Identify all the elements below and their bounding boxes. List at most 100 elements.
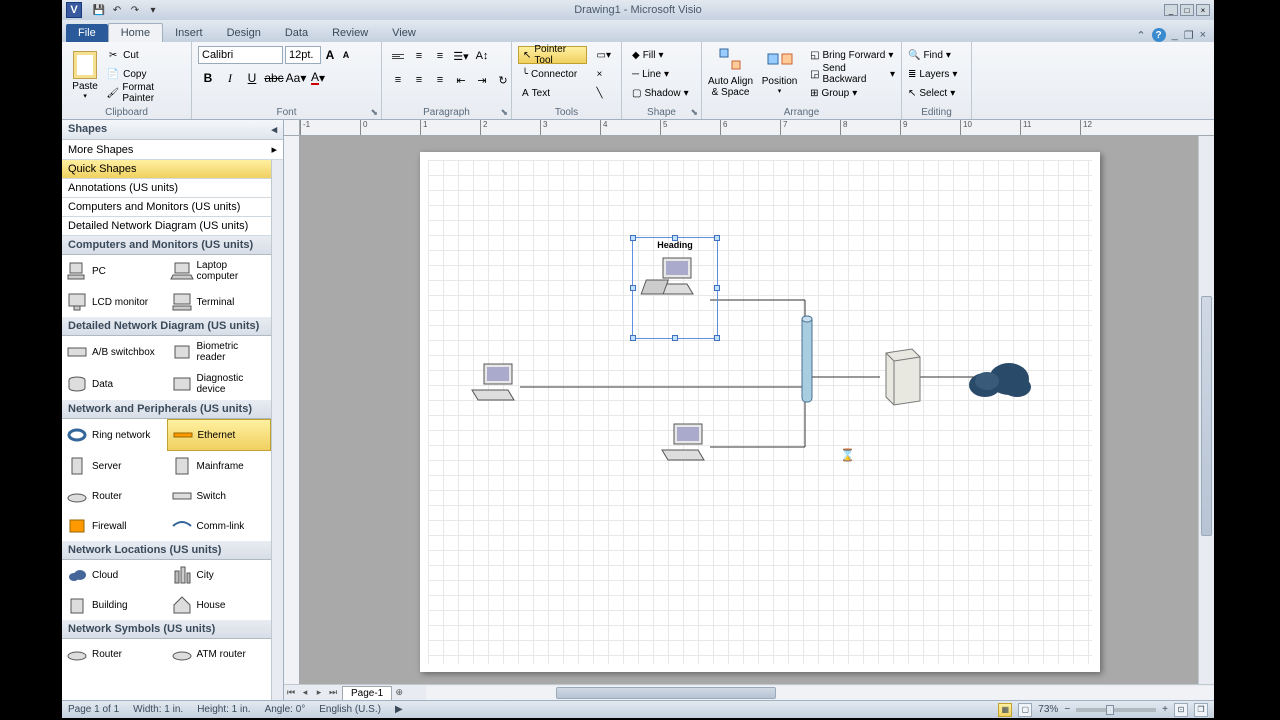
align-right-button[interactable]: ≡ xyxy=(430,70,450,90)
font-launcher-icon[interactable]: ⬊ xyxy=(370,107,378,118)
shape-ab-switchbox[interactable]: A/B switchbox xyxy=(62,336,167,368)
help-icon[interactable]: ? xyxy=(1152,28,1166,42)
shape-house[interactable]: House xyxy=(167,590,272,620)
tab-insert[interactable]: Insert xyxy=(163,24,215,42)
shape-atm-router[interactable]: ATM router xyxy=(167,639,272,669)
nav-next-button[interactable]: ▸ xyxy=(312,686,326,700)
shape-ring-network[interactable]: Ring network xyxy=(62,419,167,451)
align-top-button[interactable] xyxy=(388,46,408,66)
nav-prev-button[interactable]: ◂ xyxy=(298,686,312,700)
close-button[interactable]: × xyxy=(1196,4,1210,16)
cut-button[interactable]: ✂Cut xyxy=(106,46,185,64)
shrink-font-button[interactable]: A xyxy=(339,46,353,64)
find-button[interactable]: 🔍Find ▾ xyxy=(908,46,957,64)
shape-building[interactable]: Building xyxy=(62,590,167,620)
select-button[interactable]: ↖Select ▾ xyxy=(908,84,957,102)
more-shapes-button[interactable]: More Shapes▸ xyxy=(62,140,283,160)
text-direction-button[interactable]: A↕ xyxy=(472,46,492,66)
diagram-pc-3[interactable] xyxy=(660,422,710,462)
tab-data[interactable]: Data xyxy=(273,24,320,42)
redo-icon[interactable]: ↷ xyxy=(127,2,143,18)
rectangle-tool-button[interactable]: ▭▾ xyxy=(593,46,615,64)
shape-cloud[interactable]: Cloud xyxy=(62,560,167,590)
shadow-button[interactable]: ▢Shadow ▾ xyxy=(632,84,689,102)
zoom-level[interactable]: 73% xyxy=(1038,704,1058,715)
fit-page-button[interactable]: ⊡ xyxy=(1174,703,1188,717)
position-button[interactable]: Position▾ xyxy=(757,46,802,95)
tab-file[interactable]: File xyxy=(66,24,108,42)
shape-pc[interactable]: PC xyxy=(62,255,167,287)
font-size-select[interactable] xyxy=(285,46,321,64)
text-tool-button[interactable]: AText xyxy=(518,84,587,102)
horizontal-scrollbar[interactable] xyxy=(426,686,1214,700)
qat-dropdown-icon[interactable]: ▾ xyxy=(145,2,161,18)
align-left-button[interactable]: ≡ xyxy=(388,70,408,90)
shape-commlink[interactable]: Comm-link xyxy=(167,511,272,541)
macro-icon[interactable]: ▶ xyxy=(395,704,403,715)
auto-align-button[interactable]: Auto Align & Space xyxy=(708,46,753,98)
bring-forward-button[interactable]: ◱Bring Forward ▾ xyxy=(810,46,895,64)
drawing-canvas[interactable]: Heading xyxy=(300,136,1198,684)
shape-terminal[interactable]: Terminal xyxy=(167,287,272,317)
font-color-button[interactable]: A▾ xyxy=(308,68,328,88)
shape-mainframe[interactable]: Mainframe xyxy=(167,451,272,481)
diagram-cloud[interactable] xyxy=(965,357,1035,401)
shape-city[interactable]: City xyxy=(167,560,272,590)
fill-button[interactable]: ◆Fill ▾ xyxy=(632,46,689,64)
nav-last-button[interactable]: ⏭ xyxy=(326,686,340,700)
vertical-scrollbar[interactable] xyxy=(1198,136,1214,684)
paragraph-launcher-icon[interactable]: ⬊ xyxy=(500,107,508,118)
diagram-pc-1[interactable]: Heading xyxy=(635,240,715,296)
doc-close-icon[interactable]: × xyxy=(1200,29,1206,41)
align-middle-button[interactable]: ≡ xyxy=(409,46,429,66)
minimize-button[interactable]: _ xyxy=(1164,4,1178,16)
diagram-server[interactable] xyxy=(880,347,924,405)
undo-icon[interactable]: ↶ xyxy=(109,2,125,18)
tab-home[interactable]: Home xyxy=(108,23,163,42)
status-language[interactable]: English (U.S.) xyxy=(319,704,381,715)
decrease-indent-button[interactable]: ⇤ xyxy=(451,70,471,90)
tab-design[interactable]: Design xyxy=(215,24,273,42)
shape-switch[interactable]: Switch xyxy=(167,481,272,511)
align-bottom-button[interactable]: ≡ xyxy=(430,46,450,66)
doc-restore-icon[interactable]: ❐ xyxy=(1184,29,1194,42)
zoom-out-button[interactable]: − xyxy=(1064,704,1070,715)
shape-ethernet[interactable]: Ethernet xyxy=(167,419,272,451)
line-button[interactable]: ─Line ▾ xyxy=(632,65,689,83)
category-quick-shapes[interactable]: Quick Shapes xyxy=(62,160,271,179)
align-center-button[interactable]: ≡ xyxy=(409,70,429,90)
group-button[interactable]: ⊞Group ▾ xyxy=(810,84,895,102)
shapes-scrollbar[interactable] xyxy=(271,160,283,700)
increase-indent-button[interactable]: ⇥ xyxy=(472,70,492,90)
category-annotations[interactable]: Annotations (US units) xyxy=(62,179,271,198)
doc-minimize-icon[interactable]: _ xyxy=(1172,29,1178,41)
underline-button[interactable]: U xyxy=(242,68,262,88)
page-tab-1[interactable]: Page-1 xyxy=(342,686,392,700)
switch-windows-button[interactable]: ❐ xyxy=(1194,703,1208,717)
case-button[interactable]: Aa▾ xyxy=(286,68,306,88)
save-icon[interactable]: 💾 xyxy=(91,2,107,18)
zoom-in-button[interactable]: + xyxy=(1162,704,1168,715)
font-name-select[interactable] xyxy=(198,46,283,64)
shape-router[interactable]: Router xyxy=(62,481,167,511)
shape-server[interactable]: Server xyxy=(62,451,167,481)
zoom-slider[interactable] xyxy=(1076,708,1156,712)
view-fullscreen-button[interactable]: ▢ xyxy=(1018,703,1032,717)
nav-first-button[interactable]: ⏮ xyxy=(284,686,298,700)
new-page-button[interactable]: ⊕ xyxy=(392,686,406,700)
copy-button[interactable]: 📄Copy xyxy=(106,65,185,83)
page[interactable]: Heading xyxy=(420,152,1100,672)
layers-button[interactable]: ≣Layers ▾ xyxy=(908,65,957,83)
diagram-ethernet[interactable] xyxy=(800,314,814,406)
rotate-text-button[interactable]: ↻ xyxy=(493,70,513,90)
maximize-button[interactable]: □ xyxy=(1180,4,1194,16)
shape-launcher-icon[interactable]: ⬊ xyxy=(690,107,698,118)
pointer-tool-button[interactable]: ↖Pointer Tool xyxy=(518,46,587,64)
collapse-icon[interactable]: ◂ xyxy=(271,123,277,136)
tab-view[interactable]: View xyxy=(380,24,428,42)
italic-button[interactable]: I xyxy=(220,68,240,88)
minimize-ribbon-icon[interactable]: ⌃ xyxy=(1136,29,1145,42)
shape-laptop[interactable]: Laptop computer xyxy=(167,255,272,287)
paste-button[interactable]: Paste ▾ xyxy=(68,46,102,104)
shape-data[interactable]: Data xyxy=(62,368,167,400)
